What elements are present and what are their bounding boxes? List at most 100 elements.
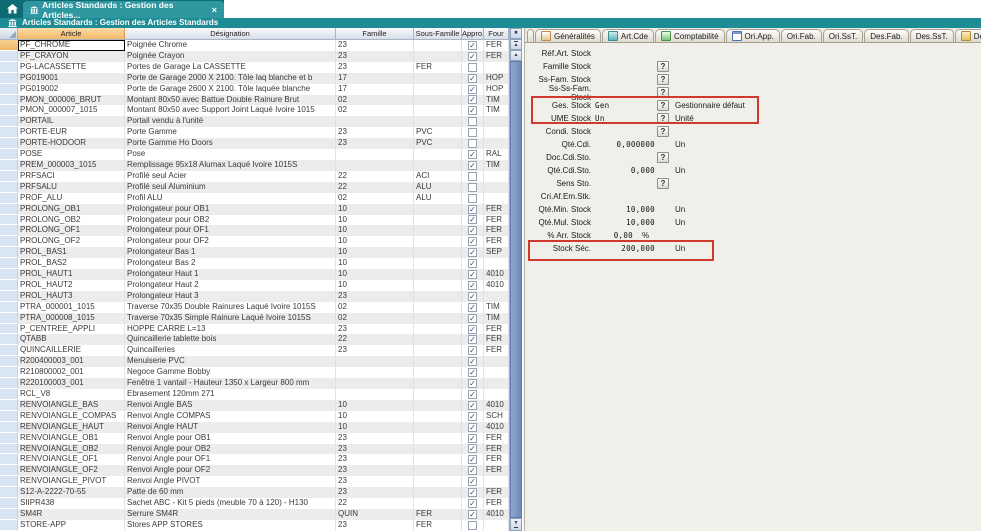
- cell-sous-famille[interactable]: [414, 422, 462, 433]
- table-row[interactable]: PROLONG_OF2Prolongateur pour OF210✓FER: [0, 236, 509, 247]
- row-selector[interactable]: [0, 280, 18, 291]
- help-button[interactable]: ?: [657, 113, 669, 124]
- field-value[interactable]: 0,000000: [595, 140, 655, 149]
- cell-designation[interactable]: Prolongateur Haut 1: [125, 269, 336, 280]
- table-row[interactable]: PROL_BAS1Prolongateur Bas 110✓SEP: [0, 247, 509, 258]
- table-row[interactable]: QTABBQuincaillerie tablette bois22✓FER: [0, 334, 509, 345]
- cell-fournisseur[interactable]: FER: [484, 324, 509, 335]
- cell-sous-famille[interactable]: [414, 73, 462, 84]
- cell-famille[interactable]: 23: [336, 138, 414, 149]
- appro-checkbox[interactable]: ✓: [468, 346, 477, 355]
- cell-sous-famille[interactable]: [414, 160, 462, 171]
- row-selector[interactable]: [0, 400, 18, 411]
- cell-article[interactable]: POSE: [18, 149, 125, 160]
- cell-sous-famille[interactable]: [414, 84, 462, 95]
- cell-article[interactable]: PRFSACI: [18, 171, 125, 182]
- cell-famille[interactable]: 23: [336, 127, 414, 138]
- cell-fournisseur[interactable]: TIM: [484, 313, 509, 324]
- cell-designation[interactable]: Renvoi Angle pour OB1: [125, 433, 336, 444]
- table-row[interactable]: RENVOIANGLE_BASRenvoi Angle BAS10✓4010: [0, 400, 509, 411]
- cell-fournisseur[interactable]: [484, 520, 509, 531]
- field-value[interactable]: 0,000: [595, 166, 655, 175]
- cell-fournisseur[interactable]: [484, 476, 509, 487]
- cell-sous-famille[interactable]: ACI: [414, 171, 462, 182]
- cell-designation[interactable]: Ebrasement 120mm 271: [125, 389, 336, 400]
- table-row[interactable]: PTRA_000008_1015Traverse 70x35 Simple Ra…: [0, 313, 509, 324]
- cell-sous-famille[interactable]: ALU: [414, 182, 462, 193]
- cell-sous-famille[interactable]: [414, 476, 462, 487]
- cell-sous-famille[interactable]: [414, 269, 462, 280]
- cell-designation[interactable]: Remplissage 95x18 Alumax Laqué Ivoire 10…: [125, 160, 336, 171]
- cell-sous-famille[interactable]: [414, 433, 462, 444]
- cell-designation[interactable]: Prolongateur pour OF1: [125, 225, 336, 236]
- row-selector[interactable]: [0, 225, 18, 236]
- cell-famille[interactable]: 10: [336, 225, 414, 236]
- tab-comptabilite[interactable]: Comptabilité: [655, 29, 724, 42]
- cell-sous-famille[interactable]: [414, 400, 462, 411]
- cell-article[interactable]: PROLONG_OB2: [18, 215, 125, 226]
- cell-famille[interactable]: [336, 160, 414, 171]
- cell-appro[interactable]: ✓: [462, 160, 484, 171]
- appro-checkbox[interactable]: ✓: [468, 270, 477, 279]
- cell-famille[interactable]: 23: [336, 454, 414, 465]
- cell-designation[interactable]: Renvoi Angle pour OF1: [125, 454, 336, 465]
- cell-fournisseur[interactable]: 4010: [484, 269, 509, 280]
- column-header-article[interactable]: Article: [18, 28, 125, 40]
- cell-designation[interactable]: Renvoi Angle COMPAS: [125, 411, 336, 422]
- row-selector[interactable]: [0, 116, 18, 127]
- cell-famille[interactable]: 23: [336, 51, 414, 62]
- cell-article[interactable]: S12-A-2222-70-55: [18, 487, 125, 498]
- row-selector[interactable]: [0, 454, 18, 465]
- cell-article[interactable]: PREM_000003_1015: [18, 160, 125, 171]
- row-selector[interactable]: [0, 236, 18, 247]
- table-row[interactable]: PG019002Porte de Garage 2600 X 2100. Tôl…: [0, 84, 509, 95]
- scroll-up-button[interactable]: ▲: [510, 50, 522, 61]
- cell-famille[interactable]: 10: [336, 204, 414, 215]
- cell-fournisseur[interactable]: FER: [484, 225, 509, 236]
- cell-article[interactable]: PORTE-HODOOR: [18, 138, 125, 149]
- appro-checkbox[interactable]: [468, 128, 477, 137]
- cell-fournisseur[interactable]: SEP: [484, 247, 509, 258]
- table-row[interactable]: PREM_000003_1015Remplissage 95x18 Alumax…: [0, 160, 509, 171]
- row-selector[interactable]: [0, 465, 18, 476]
- cell-designation[interactable]: Menuiserie PVC: [125, 356, 336, 367]
- help-button[interactable]: ?: [657, 74, 669, 85]
- tab-generalites[interactable]: Généralités: [535, 29, 601, 42]
- cell-sous-famille[interactable]: PVC: [414, 138, 462, 149]
- cell-fournisseur[interactable]: [484, 389, 509, 400]
- appro-checkbox[interactable]: ✓: [468, 390, 477, 399]
- cell-designation[interactable]: Renvoi Angle HAUT: [125, 422, 336, 433]
- cell-fournisseur[interactable]: 4010: [484, 509, 509, 520]
- cell-famille[interactable]: 23: [336, 433, 414, 444]
- cell-fournisseur[interactable]: FER: [484, 454, 509, 465]
- row-selector[interactable]: [0, 215, 18, 226]
- appro-checkbox[interactable]: ✓: [468, 423, 477, 432]
- table-row[interactable]: PROL_HAUT3Prolongateur Haut 323✓: [0, 291, 509, 302]
- table-row[interactable]: PROLONG_OF1Prolongateur pour OF110✓FER: [0, 225, 509, 236]
- help-button[interactable]: ?: [657, 126, 669, 137]
- scroll-down-button[interactable]: ▼: [510, 518, 522, 531]
- cell-designation[interactable]: Portail vendu à l'unité: [125, 116, 336, 127]
- cell-fournisseur[interactable]: HOP: [484, 84, 509, 95]
- row-selector[interactable]: [0, 40, 18, 51]
- table-row[interactable]: PORTE-HODOORPorte Gamme Ho Doors23PVC: [0, 138, 509, 149]
- cell-famille[interactable]: [336, 116, 414, 127]
- row-selector[interactable]: [0, 258, 18, 269]
- document-tab[interactable]: Articles Standards : Gestion des Article…: [23, 1, 224, 18]
- column-header-fournisseur[interactable]: Four: [484, 28, 509, 40]
- cell-article[interactable]: PG-LACASSETTE: [18, 62, 125, 73]
- cell-fournisseur[interactable]: [484, 171, 509, 182]
- help-button[interactable]: ?: [657, 178, 669, 189]
- tab-ori-sst[interactable]: Ori.SsT.: [823, 29, 863, 42]
- cell-appro[interactable]: ✓: [462, 247, 484, 258]
- appro-checkbox[interactable]: ✓: [468, 444, 477, 453]
- cell-appro[interactable]: [462, 182, 484, 193]
- row-selector[interactable]: [0, 51, 18, 62]
- tab-art-cde[interactable]: Art.Cde: [602, 29, 654, 42]
- row-selector[interactable]: [0, 411, 18, 422]
- cell-article[interactable]: PROL_HAUT3: [18, 291, 125, 302]
- cell-designation[interactable]: Sachet ABC - Kit 5 pieds (meuble 70 à 12…: [125, 498, 336, 509]
- cell-article[interactable]: R200400003_001: [18, 356, 125, 367]
- help-button[interactable]: ?: [657, 87, 669, 98]
- cell-appro[interactable]: ✓: [462, 378, 484, 389]
